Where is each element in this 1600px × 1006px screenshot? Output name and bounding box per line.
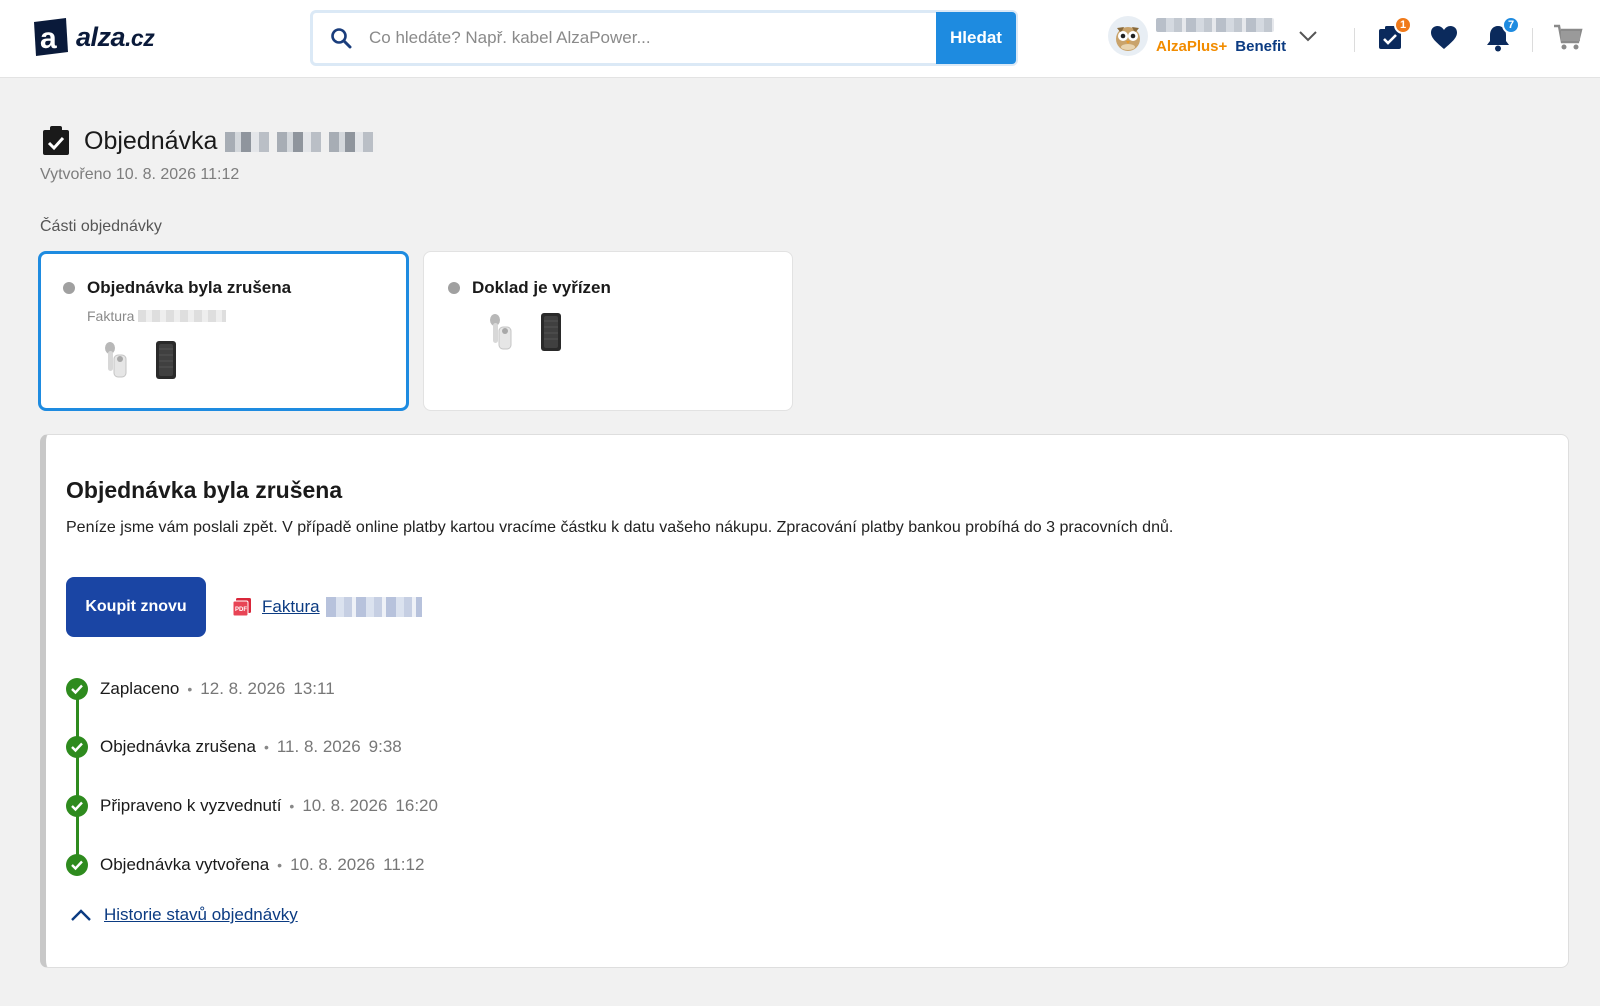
pdf-icon: PDF [232, 598, 251, 617]
svg-text:PDF: PDF [235, 607, 247, 613]
order-heading: Objednávka [42, 126, 378, 156]
svg-text:a: a [40, 22, 57, 55]
search-button[interactable]: Hledat [936, 12, 1016, 64]
top-header: a alza.cz Hledat AlzaPlus+ Benefit [0, 0, 1600, 78]
check-circle-icon [66, 854, 88, 876]
product-thumbnail-case[interactable] [149, 338, 183, 382]
timeline-line [76, 691, 79, 867]
alza-logo[interactable]: a alza.cz [30, 16, 155, 58]
part-invoice: Faktura [87, 308, 227, 324]
order-created-date: Vytvořeno 10. 8. 2026 11:12 [40, 166, 240, 183]
logo-text: alza.cz [76, 21, 155, 52]
detail-title: Objednávka byla zrušena [66, 477, 343, 503]
orders-badge: 1 [1394, 16, 1412, 34]
header-actions: 1 7 [1354, 16, 1594, 58]
search-bar: Hledat [310, 10, 1018, 66]
buy-again-button[interactable]: Koupit znovu [66, 577, 206, 637]
status-dot [63, 282, 75, 294]
user-info: AlzaPlus+ Benefit [1156, 17, 1287, 55]
chevron-up-icon[interactable] [70, 908, 92, 922]
order-part-card-settled[interactable]: Doklad je vyřízen [423, 251, 793, 411]
timeline-item: Zaplaceno • 12. 8. 2026 13:11 [66, 677, 335, 701]
timeline-item: Připraveno k vyzvednutí • 10. 8. 2026 16:20 [66, 794, 438, 818]
invoice-number-redacted [325, 597, 422, 617]
user-name-redacted [1156, 17, 1274, 32]
notifications-badge: 7 [1502, 16, 1520, 34]
invoice-download[interactable]: PDF Faktura [232, 597, 422, 617]
avatar [1108, 16, 1148, 56]
search-input[interactable] [369, 13, 936, 63]
clipboard-check-icon [43, 126, 69, 155]
owl-avatar-icon [1116, 27, 1140, 51]
order-parts-label: Části objednávky [40, 218, 162, 235]
search-icon [313, 13, 369, 63]
user-menu[interactable]: AlzaPlus+ Benefit [1108, 16, 1318, 56]
product-thumbnail-earbuds[interactable] [97, 338, 131, 382]
order-detail-panel: Objednávka byla zrušena Peníze jsme vám … [40, 434, 1569, 968]
notifications-bell-icon[interactable]: 7 [1482, 16, 1520, 54]
timeline-item: Objednávka zrušena • 11. 8. 2026 9:38 [66, 735, 402, 759]
cart-icon[interactable] [1552, 22, 1584, 54]
order-number-redacted [225, 131, 378, 152]
part-status: Objednávka byla zrušena [63, 278, 291, 298]
favorites-heart-icon[interactable] [1428, 22, 1460, 54]
status-dot [448, 282, 460, 294]
product-thumbnail-earbuds[interactable] [482, 310, 516, 354]
benefit-badge: Benefit [1235, 37, 1287, 55]
page-title: Objednávka [84, 127, 378, 156]
alzaplus-badge: AlzaPlus+ [1156, 37, 1228, 55]
alza-logo-icon: a [34, 18, 68, 56]
order-history-link[interactable]: Historie stavů objednávky [104, 905, 298, 925]
chevron-down-icon[interactable] [1298, 30, 1318, 42]
order-part-card-cancelled[interactable]: Objednávka byla zrušena Faktura [38, 251, 409, 411]
timeline-item: Objednávka vytvořena • 10. 8. 2026 11:12 [66, 853, 424, 877]
product-thumbnail-case[interactable] [534, 310, 568, 354]
invoice-number-redacted [138, 310, 227, 322]
orders-icon[interactable]: 1 [1374, 16, 1412, 54]
detail-description: Peníze jsme vám poslali zpět. V případě … [66, 519, 1174, 536]
history-toggle[interactable]: Historie stavů objednávky [70, 905, 298, 925]
check-circle-icon [66, 795, 88, 817]
check-circle-icon [66, 678, 88, 700]
check-circle-icon [66, 736, 88, 758]
part-status: Doklad je vyřízen [448, 278, 611, 298]
invoice-link[interactable]: Faktura [262, 597, 320, 617]
